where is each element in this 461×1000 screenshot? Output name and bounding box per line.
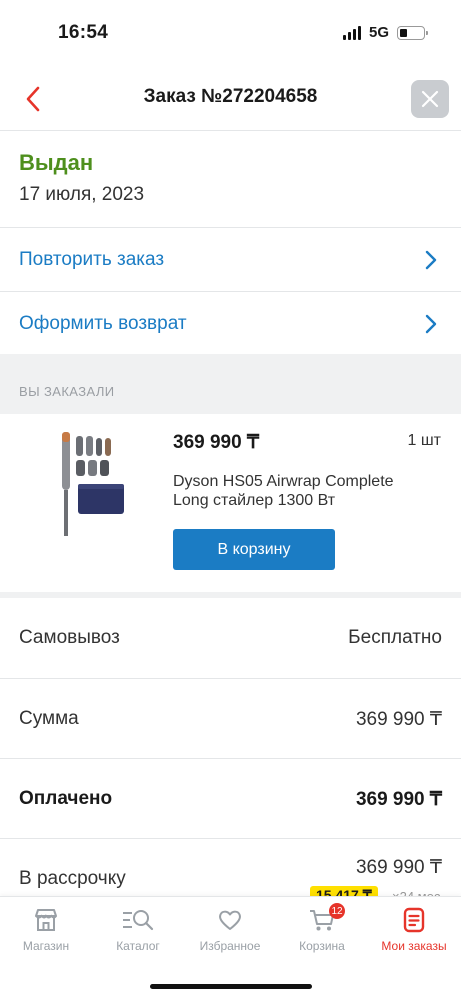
product-name[interactable]: Dyson HS05 Airwrap Complete Long стайлер… (173, 472, 423, 510)
installment-label: В рассрочку (19, 868, 126, 889)
pickup-row: Самовывоз Бесплатно (0, 598, 461, 678)
product-photo (62, 432, 124, 536)
divider (0, 130, 461, 131)
store-icon (35, 909, 57, 931)
nav-label-catalog: Каталог (116, 939, 160, 953)
status-indicators: 5G (342, 24, 428, 41)
pickup-value: Бесплатно (348, 627, 442, 648)
signal-icon (342, 25, 361, 40)
nav-label-store: Магазин (22, 939, 70, 953)
product-quantity: 1 шт (407, 432, 441, 449)
battery-icon (397, 25, 428, 40)
chevron-right-icon (425, 314, 437, 333)
chevron-right-icon (425, 250, 437, 269)
add-to-cart-button[interactable]: В корзину (173, 529, 335, 570)
repeat-order-label: Повторить заказ (19, 248, 165, 270)
nav-label-orders: Мои заказы (381, 939, 447, 953)
repeat-order-button[interactable]: Повторить заказ (0, 228, 461, 291)
close-icon (421, 90, 439, 108)
catalog-search-icon (123, 910, 154, 931)
order-date: 17 июля, 2023 (19, 184, 145, 205)
paid-label: Оплачено (19, 788, 113, 809)
product-price: 369 990 ₸ (173, 432, 260, 453)
nav-item-cart[interactable]: 12 Корзина (278, 903, 366, 953)
sum-row: Сумма 369 990 ₸ (0, 679, 461, 759)
page-title: Заказ №272204658 (143, 86, 318, 107)
sum-value: 369 990 ₸ (355, 708, 442, 730)
home-indicator (150, 984, 312, 989)
paid-value: 369 990 ₸ (355, 788, 442, 810)
nav-item-catalog[interactable]: Каталог (94, 907, 182, 953)
installment-value: 369 990 ₸ (355, 857, 442, 878)
nav-label-favorites: Избранное (199, 939, 261, 953)
product-image[interactable] (48, 428, 128, 540)
sum-label: Сумма (19, 708, 79, 729)
return-order-label: Оформить возврат (19, 312, 187, 334)
heart-icon (219, 910, 241, 930)
divider (0, 838, 461, 839)
close-button[interactable] (411, 80, 449, 118)
pickup-label: Самовывоз (19, 627, 120, 648)
return-order-button[interactable]: Оформить возврат (0, 292, 461, 355)
order-status: Выдан (19, 150, 94, 175)
ordered-caption: ВЫ ЗАКАЗАЛИ (19, 384, 115, 399)
network-type: 5G (368, 24, 389, 41)
nav-item-favorites[interactable]: Избранное (186, 907, 274, 953)
status-time: 16:54 (58, 22, 109, 43)
paid-row: Оплачено 369 990 ₸ (0, 759, 461, 839)
orders-icon (403, 907, 425, 933)
cart-badge: 12 (329, 903, 345, 919)
nav-item-store[interactable]: Магазин (2, 907, 90, 953)
nav-item-orders[interactable]: Мои заказы (370, 907, 458, 953)
nav-label-cart: Корзина (299, 939, 345, 953)
